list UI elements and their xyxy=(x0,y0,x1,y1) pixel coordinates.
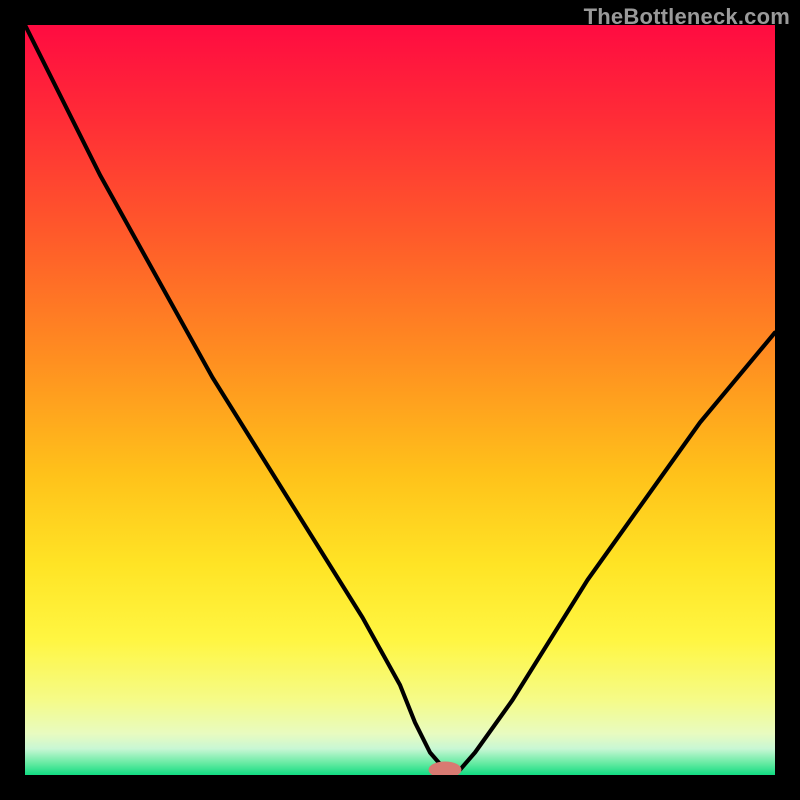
chart-frame: TheBottleneck.com xyxy=(0,0,800,800)
plot-svg xyxy=(25,25,775,775)
bottleneck-plot xyxy=(25,25,775,775)
gradient-background xyxy=(25,25,775,775)
